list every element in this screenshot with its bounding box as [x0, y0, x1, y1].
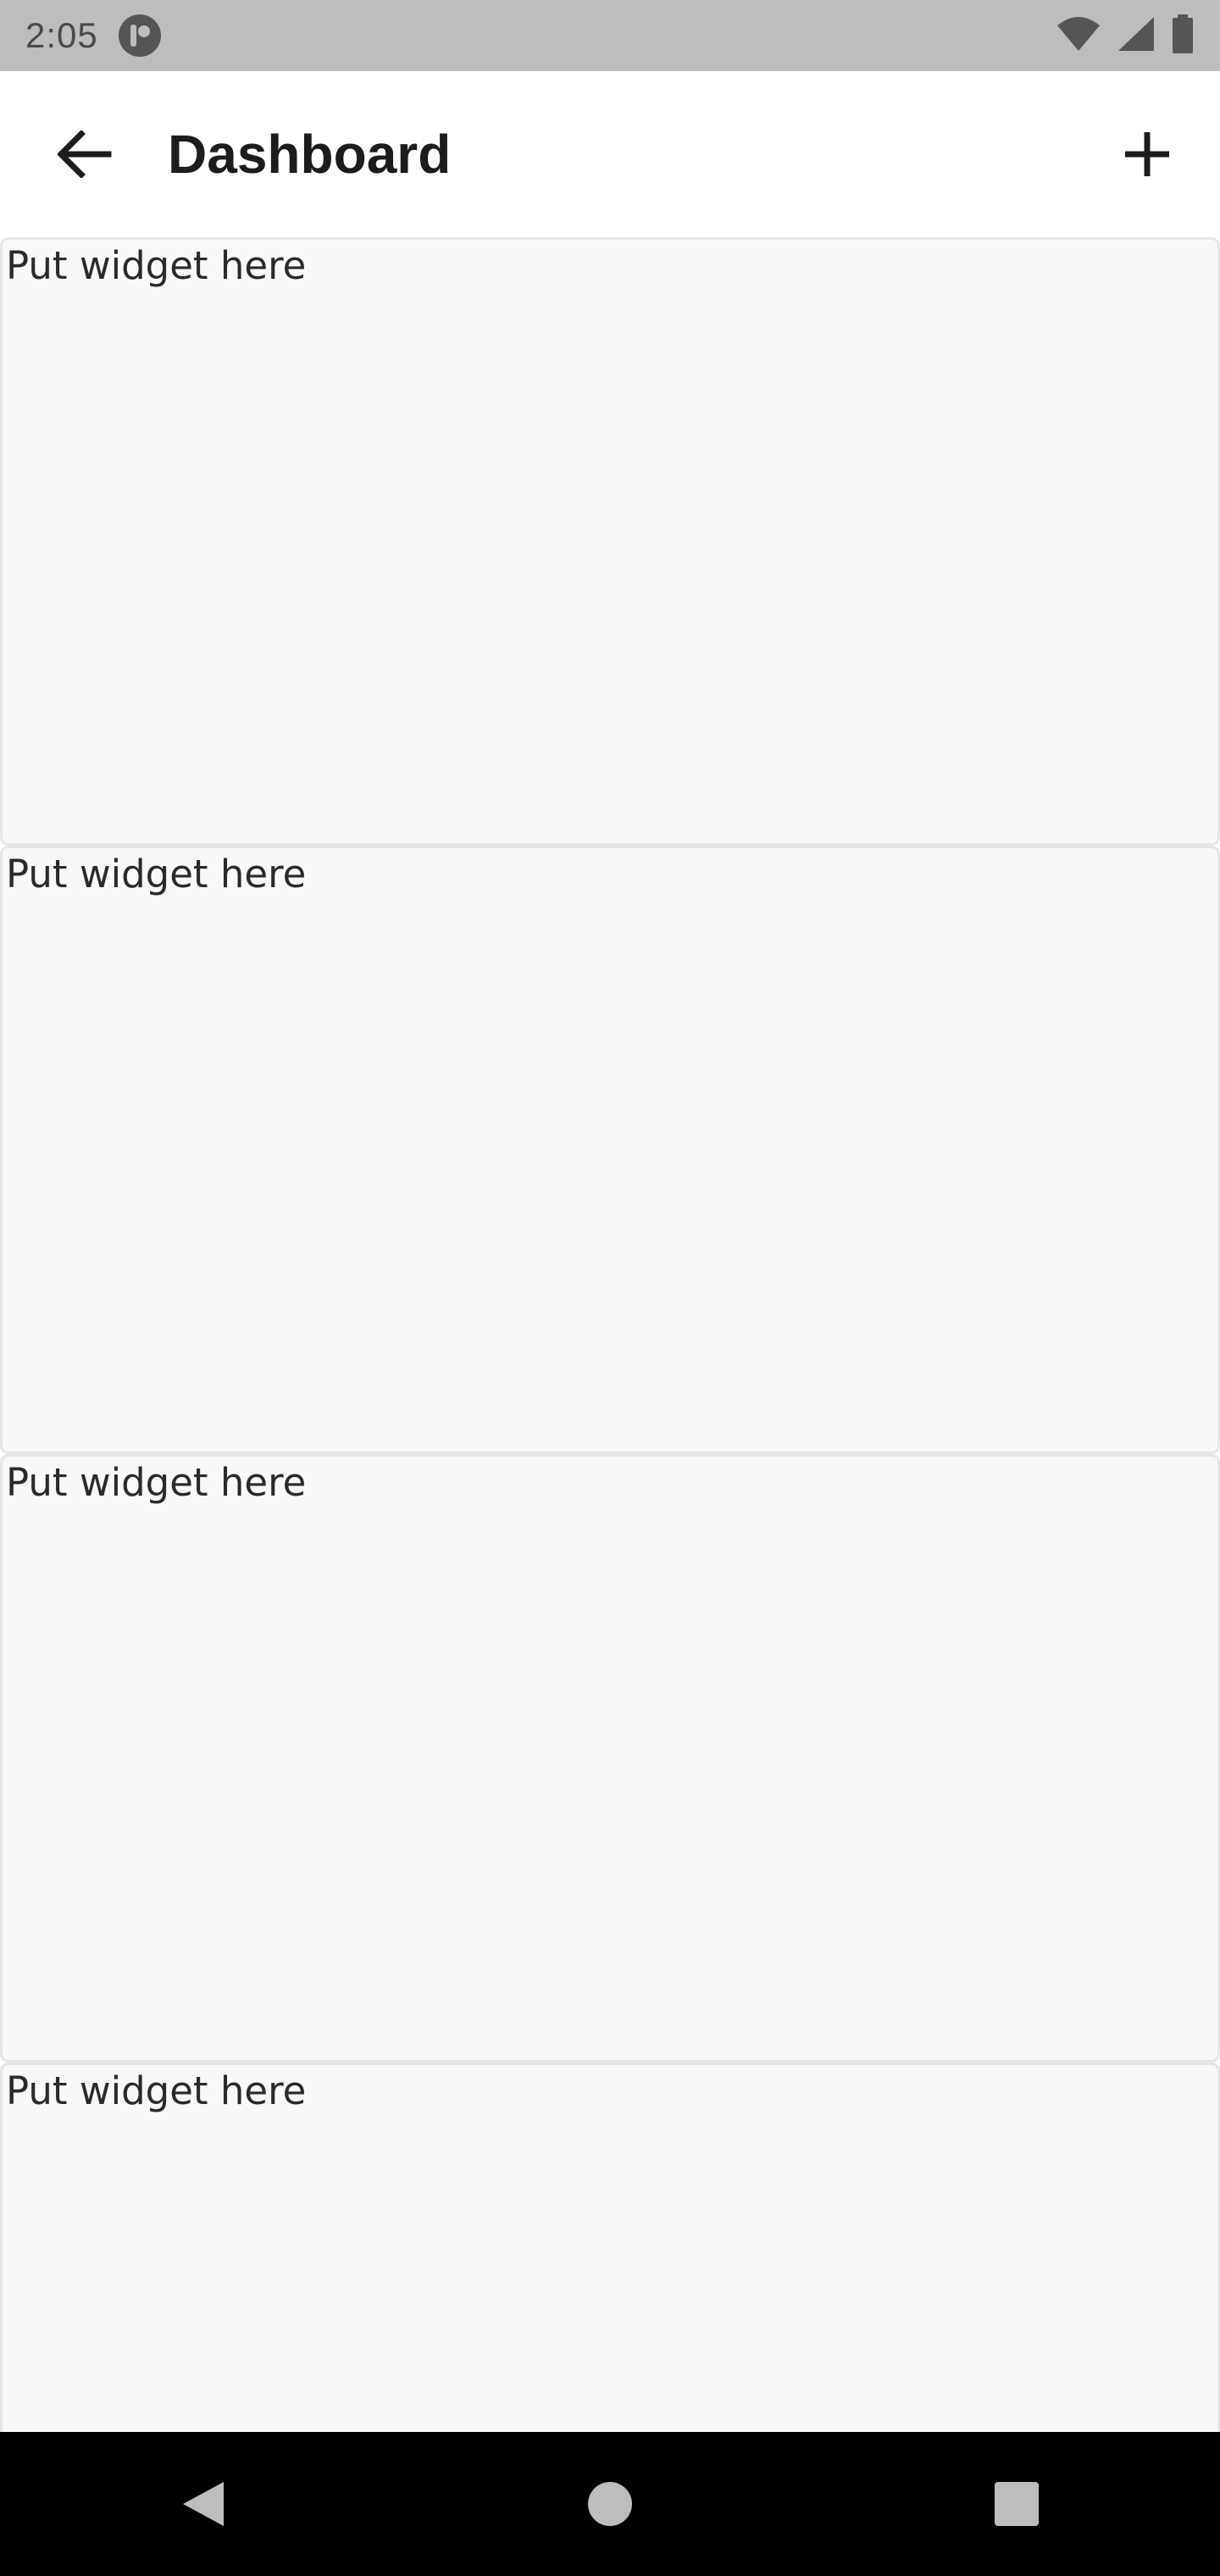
status-bar: 2:05	[0, 0, 1220, 71]
app-notification-icon	[118, 14, 161, 57]
widget-card[interactable]: Put widget here	[0, 237, 1220, 846]
widget-placeholder-label: Put widget here	[6, 852, 307, 897]
nav-recents-button[interactable]	[957, 2445, 1076, 2563]
recents-square-icon	[995, 2482, 1039, 2526]
widget-placeholder-label: Put widget here	[6, 2068, 307, 2113]
page-title: Dashboard	[168, 124, 452, 185]
add-widget-button[interactable]	[1106, 114, 1188, 195]
arrow-left-icon	[58, 130, 112, 178]
nav-back-button[interactable]	[144, 2445, 263, 2563]
widget-card[interactable]: Put widget here	[0, 846, 1220, 1454]
status-time: 2:05	[25, 15, 98, 55]
system-nav-bar	[0, 2432, 1220, 2576]
app-bar: Dashboard	[0, 71, 1220, 237]
nav-home-button[interactable]	[551, 2445, 669, 2563]
widget-placeholder-label: Put widget here	[6, 243, 307, 288]
signal-icon	[1117, 15, 1156, 57]
home-circle-icon	[588, 2482, 632, 2526]
plus-icon	[1125, 132, 1169, 176]
widget-card[interactable]: Put widget here	[0, 1454, 1220, 2062]
widget-placeholder-label: Put widget here	[6, 1460, 307, 1505]
wifi-icon	[1056, 15, 1101, 57]
widget-card[interactable]: Put widget here	[0, 2062, 1220, 2432]
back-triangle-icon	[183, 2482, 224, 2526]
battery-icon	[1171, 14, 1195, 58]
status-right	[1056, 14, 1195, 58]
widget-list[interactable]: Put widget here Put widget here Put widg…	[0, 237, 1220, 2432]
status-left: 2:05	[25, 14, 161, 57]
back-button[interactable]	[44, 114, 125, 195]
